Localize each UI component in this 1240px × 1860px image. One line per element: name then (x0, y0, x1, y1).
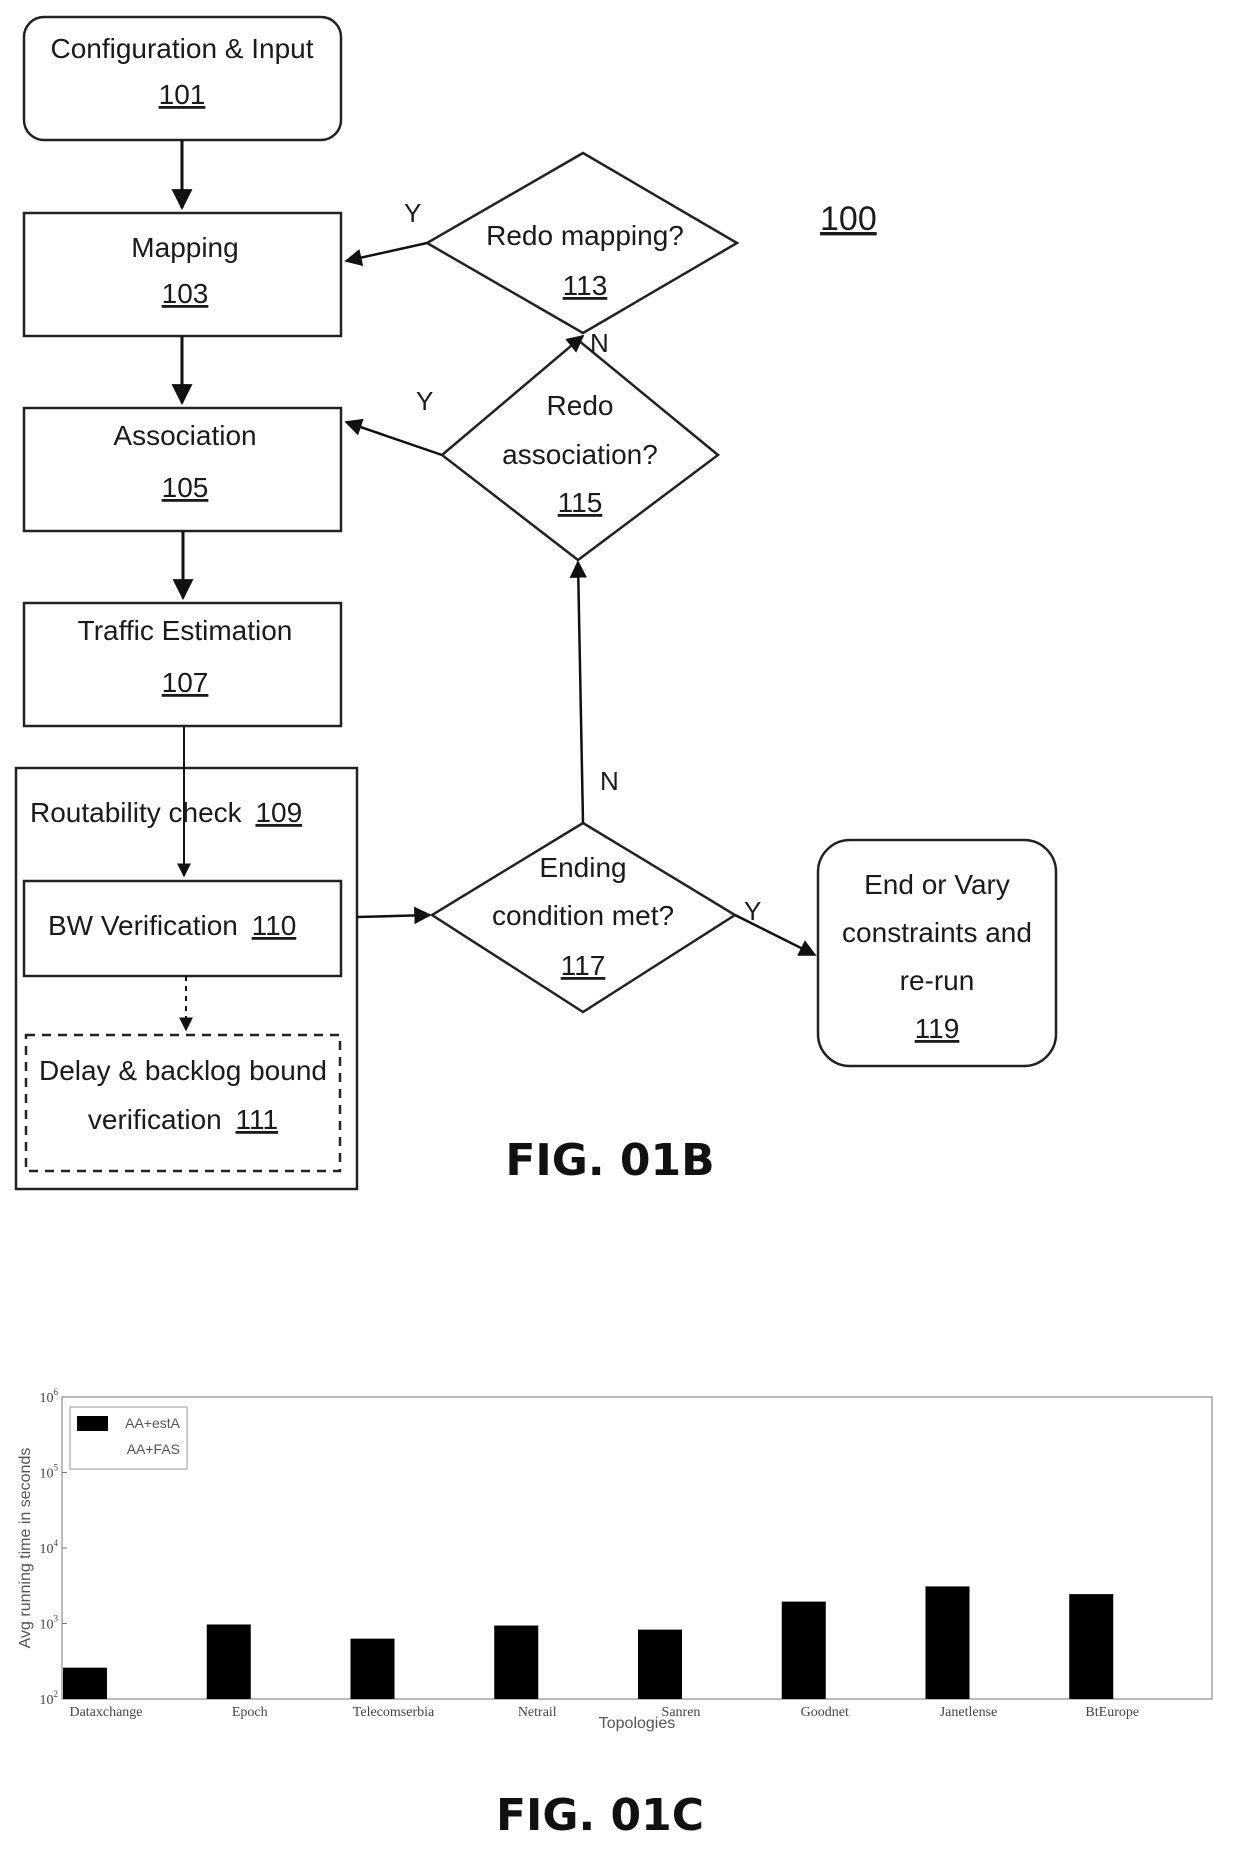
bar-dataxchange-series-0 (63, 1667, 107, 1699)
node-title-text: verification (88, 1104, 222, 1135)
node-delay-backlog-verification: Delay & backlog bound verification 111 (24, 1033, 342, 1173)
figure-caption-01c: FIG. 01C (496, 1790, 704, 1841)
bar-epoch-series-0 (206, 1624, 251, 1699)
bar-netrail-series-0 (494, 1625, 539, 1699)
x-tick-label: Epoch (232, 1705, 268, 1720)
node-title-line2: constraints and (842, 917, 1032, 948)
x-tick-label: Goodnet (801, 1705, 849, 1720)
flowchart-fig-01b: Configuration & Input 101 Mapping 103 As… (14, 15, 1058, 1191)
node-end-or-vary: End or Vary constraints and re-run 119 (816, 838, 1058, 1068)
y-tick-label: 106 (40, 1387, 59, 1406)
edge-label-no: N (600, 766, 619, 796)
node-title: Routability check 109 (30, 797, 302, 828)
x-axis-label: Topologies (599, 1715, 676, 1732)
y-axis-label: Avg running time in seconds (17, 1448, 34, 1649)
node-ref: 110 (252, 910, 297, 941)
node-title: Association (113, 420, 256, 451)
edge-label-no: N (590, 328, 609, 358)
edge-115-105-yes (344, 418, 443, 457)
node-association: Association 105 (22, 406, 343, 533)
node-bw-verification: BW Verification 110 (22, 879, 343, 978)
decision-title-line1: Redo (547, 390, 614, 421)
node-ref: 105 (162, 472, 209, 503)
edge-label-yes: Y (416, 386, 433, 416)
decision-ref: 117 (561, 950, 606, 981)
bar-janetlense-series-0 (925, 1586, 970, 1699)
figure-caption-01b: FIG. 01B (505, 1135, 714, 1186)
node-title-line1: Delay & backlog bound (39, 1055, 327, 1086)
y-tick-label: 104 (40, 1538, 59, 1557)
y-tick-exponent: 3 (54, 1614, 59, 1624)
legend: AA+estA AA+FAS (69, 1406, 188, 1470)
y-tick-base: 10 (40, 1467, 54, 1482)
node-ref: 111 (236, 1104, 279, 1135)
bar-sanren-series-0 (638, 1629, 682, 1699)
node-title: Mapping (131, 232, 238, 263)
node-title-text: Routability check (30, 797, 243, 828)
edge-label-yes: Y (744, 896, 761, 926)
edge-label-yes: Y (404, 198, 421, 228)
y-tick-base: 10 (40, 1618, 54, 1633)
legend-label-series-1: AA+FAS (127, 1441, 180, 1457)
node-title: Configuration & Input (50, 33, 313, 64)
x-tick-label: Janetlense (940, 1705, 998, 1720)
decision-redo-association: Redo association? 115 (440, 338, 721, 562)
decision-ref: 115 (558, 487, 603, 518)
x-tick-label: Telecomserbia (353, 1705, 435, 1720)
legend-label-series-0: AA+estA (125, 1415, 181, 1431)
y-tick-base: 10 (40, 1391, 54, 1406)
y-tick-exponent: 5 (54, 1463, 59, 1473)
x-tick-label: Netrail (518, 1705, 557, 1720)
node-title-text: BW Verification (48, 910, 238, 941)
node-mapping: Mapping 103 (22, 211, 343, 338)
y-tick-exponent: 6 (54, 1387, 59, 1397)
decision-ref: 113 (563, 270, 608, 301)
x-tick-label: Dataxchange (69, 1705, 142, 1720)
node-configuration-input: Configuration & Input 101 (22, 15, 343, 142)
decision-title-line2: association? (502, 439, 658, 470)
node-title-line3: re-run (900, 965, 975, 996)
y-tick-exponent: 2 (54, 1689, 59, 1699)
edge-117-115-no (569, 560, 588, 824)
y-tick-label: 103 (40, 1614, 59, 1633)
y-tick-base: 10 (40, 1542, 54, 1557)
bar-chart-fig-01c: AA+estA AA+FAS 102103104105106 Dataxchan… (17, 1387, 1213, 1841)
y-tick-exponent: 4 (54, 1538, 59, 1548)
node-title: Traffic Estimation (78, 615, 293, 646)
node-ref: 109 (255, 797, 302, 828)
decision-redo-mapping: Redo mapping? 113 (424, 151, 740, 335)
decision-title: Redo mapping? (486, 220, 684, 251)
edge-109-117 (356, 906, 432, 925)
decision-title-line2: condition met? (492, 900, 674, 931)
y-tick-base: 10 (40, 1693, 54, 1708)
node-ref: 103 (162, 278, 209, 309)
decision-title-line1: Ending (539, 852, 626, 883)
node-title: BW Verification 110 (48, 910, 296, 941)
edge-113-103-yes (344, 241, 428, 267)
bar-telecomserbia-series-0 (350, 1638, 395, 1699)
bar-goodnet-series-0 (781, 1601, 826, 1699)
bar-bteurope-series-0 (1069, 1594, 1114, 1699)
node-title-line1: End or Vary (864, 869, 1010, 900)
node-ref: 107 (162, 667, 209, 698)
edge-115-113-no (565, 334, 585, 353)
y-tick-label: 105 (40, 1463, 59, 1482)
y-tick-label: 102 (40, 1689, 59, 1708)
decision-ending-condition: Ending condition met? 117 (429, 821, 738, 1014)
x-tick-label: BtEurope (1085, 1705, 1139, 1720)
node-ref: 119 (915, 1013, 960, 1044)
node-traffic-estimation: Traffic Estimation 107 (22, 601, 343, 728)
node-title-line2: verification 111 (88, 1104, 278, 1135)
legend-swatch-series-0 (77, 1416, 108, 1431)
node-ref: 101 (159, 79, 206, 110)
figure-ref-label: 100 (820, 200, 877, 238)
